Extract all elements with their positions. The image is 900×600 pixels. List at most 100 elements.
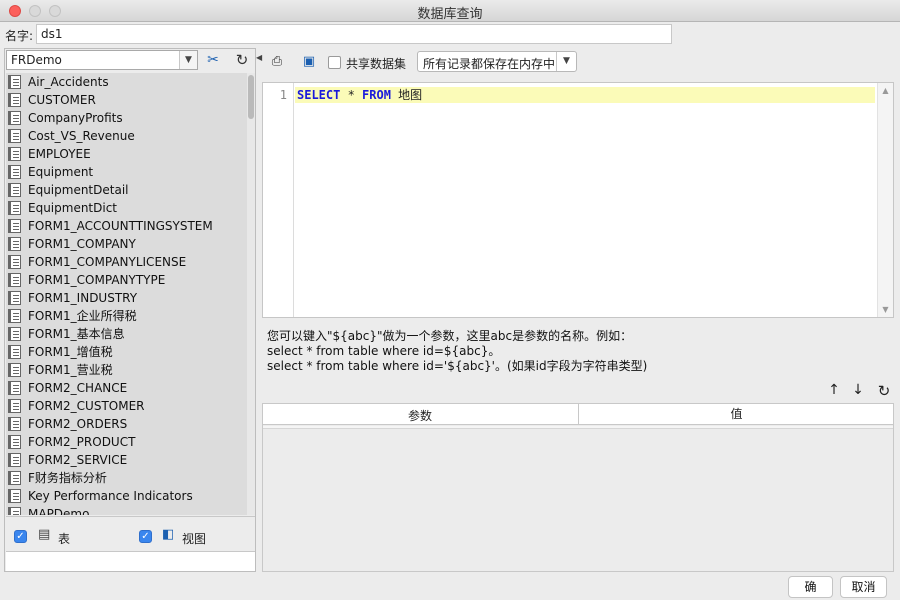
column-header-parameter[interactable]: 参数 xyxy=(263,407,577,424)
table-icon xyxy=(8,201,21,215)
table-icon xyxy=(8,165,21,179)
table-icon xyxy=(8,345,21,359)
save-icon[interactable]: ▣ xyxy=(300,53,318,71)
share-dataset-label: 共享数据集 xyxy=(346,57,407,71)
table-name: FORM2_ORDERS xyxy=(28,417,128,431)
query-toolbar: ⎙ ▣ 共享数据集 所有记录都保存在内存中 ▼ xyxy=(262,48,894,76)
tables-checkbox[interactable]: ✓ xyxy=(14,530,27,543)
table-list-item[interactable]: FORM1_COMPANY xyxy=(6,235,255,253)
table-list-item[interactable]: MAPDemo xyxy=(6,505,255,515)
table-name: FORM1_INDUSTRY xyxy=(28,291,138,305)
table-list-item[interactable]: FORM1_COMPANYLICENSE xyxy=(6,253,255,271)
table-list-item[interactable]: FORM1_基本信息 xyxy=(6,325,255,343)
table-name: FORM2_CUSTOMER xyxy=(28,399,145,413)
sql-editor[interactable]: 1 SELECT * FROM 地图 ▲ ▼ xyxy=(262,82,894,318)
table-icon xyxy=(8,75,21,89)
name-label: 名字: xyxy=(5,29,34,43)
memory-mode-select[interactable]: 所有记录都保存在内存中 ▼ xyxy=(417,51,577,72)
column-header-value[interactable]: 值 xyxy=(578,404,894,425)
database-query-dialog: 数据库查询 名字: FRDemo ▼ ✂ ↻ ◀ Air_AccidentsCU… xyxy=(0,0,900,600)
parameter-table: 参数 值 xyxy=(262,403,894,572)
editor-scrollbar[interactable]: ▲ ▼ xyxy=(877,83,893,317)
views-checkbox[interactable]: ✓ xyxy=(139,530,152,543)
table-icon xyxy=(8,129,21,143)
arrow-up-icon[interactable]: ↑ xyxy=(826,382,842,398)
cancel-button[interactable]: 取消 xyxy=(840,576,887,598)
table-icon xyxy=(8,183,21,197)
memory-mode-value: 所有记录都保存在内存中 xyxy=(423,57,556,71)
table-list-item[interactable]: FORM1_企业所得税 xyxy=(6,307,255,325)
share-dataset-checkbox[interactable] xyxy=(328,56,341,69)
title-bar[interactable]: 数据库查询 xyxy=(0,0,900,22)
line-number: 1 xyxy=(279,88,287,102)
datasource-select[interactable]: FRDemo ▼ xyxy=(6,50,198,70)
arrow-down-icon[interactable]: ↓ xyxy=(850,382,866,398)
table-icon xyxy=(8,417,21,431)
table-list-item[interactable]: FORM1_ACCOUNTTINGSYSTEM xyxy=(6,217,255,235)
table-name: FORM1_营业税 xyxy=(28,363,113,377)
table-list-item[interactable]: Key Performance Indicators xyxy=(6,487,255,505)
table-search-input[interactable] xyxy=(6,551,255,571)
sql-code-line[interactable]: SELECT * FROM 地图 xyxy=(295,87,875,103)
table-icon xyxy=(8,363,21,377)
scroll-down-icon[interactable]: ▼ xyxy=(878,305,893,314)
refresh-params-icon[interactable]: ↻ xyxy=(876,382,892,400)
table-browser-panel: FRDemo ▼ ✂ ↻ ◀ Air_Accidents CUSTOMER Comp… xyxy=(4,48,262,572)
table-list-item[interactable]: CompanyProfits xyxy=(6,109,255,127)
table-name: FORM1_COMPANYTYPE xyxy=(28,273,166,287)
table-list-item[interactable]: FORM2_SERVICE xyxy=(6,451,255,469)
table-list-item[interactable]: F财务指标分析 xyxy=(6,469,255,487)
table-name: EMPLOYEE xyxy=(28,147,91,161)
table-icon xyxy=(8,489,21,503)
refresh-icon[interactable]: ↻ xyxy=(231,50,253,70)
parameter-hint-line: select * from table where id='${abc}'。(如… xyxy=(267,359,648,373)
table-list-item[interactable]: FORM2_CHANCE xyxy=(6,379,255,397)
table-list-item[interactable]: Air_Accidents xyxy=(6,73,255,91)
table-name: F财务指标分析 xyxy=(28,471,107,485)
table-name: FORM2_CHANCE xyxy=(28,381,128,395)
name-input[interactable] xyxy=(36,24,672,44)
table-icon xyxy=(8,507,21,515)
table-icon xyxy=(8,399,21,413)
preview-icon[interactable]: ⎙ xyxy=(268,53,286,71)
sql-star: * xyxy=(340,88,363,102)
table-list-item[interactable]: EMPLOYEE xyxy=(6,145,255,163)
table-list-item[interactable]: EquipmentDetail xyxy=(6,181,255,199)
parameter-table-header: 参数 值 xyxy=(263,404,893,425)
table-list-item[interactable]: Cost_VS_Revenue xyxy=(6,127,255,145)
table-icon xyxy=(8,273,21,287)
connection-settings-icon[interactable]: ✂ xyxy=(202,50,224,70)
chevron-down-icon[interactable]: ▼ xyxy=(556,52,576,71)
table-icon xyxy=(8,111,21,125)
table-name: EquipmentDetail xyxy=(28,183,129,197)
table-list-item[interactable]: FORM2_ORDERS xyxy=(6,415,255,433)
table-list-item[interactable]: FORM1_INDUSTRY xyxy=(6,289,255,307)
table-list-item[interactable]: FORM1_营业税 xyxy=(6,361,255,379)
table-icon xyxy=(8,93,21,107)
table-list-item[interactable]: FORM1_增值税 xyxy=(6,343,255,361)
table-name: CompanyProfits xyxy=(28,111,123,125)
table-list-item[interactable]: CUSTOMER xyxy=(6,91,255,109)
table-name: FORM1_COMPANYLICENSE xyxy=(28,255,187,269)
table-list-item[interactable]: FORM2_PRODUCT xyxy=(6,433,255,451)
table-icon xyxy=(8,327,21,341)
ok-button[interactable]: 确定 xyxy=(788,576,833,598)
table-icon xyxy=(8,381,21,395)
table-list-item[interactable]: FORM1_COMPANYTYPE xyxy=(6,271,255,289)
table-icon xyxy=(8,237,21,251)
table-list-scrollbar[interactable] xyxy=(247,73,255,515)
table-name: MAPDemo xyxy=(28,507,90,515)
table-icon xyxy=(8,309,21,323)
sql-table-name: 地图 xyxy=(390,88,423,102)
table-name: FORM2_PRODUCT xyxy=(28,435,136,449)
table-list-item[interactable]: EquipmentDict xyxy=(6,199,255,217)
parameter-table-body xyxy=(263,426,893,429)
chevron-down-icon[interactable]: ▼ xyxy=(179,51,197,69)
scroll-up-icon[interactable]: ▲ xyxy=(878,86,893,95)
table-list-item[interactable]: Equipment xyxy=(6,163,255,181)
scrollbar-thumb[interactable] xyxy=(248,75,254,119)
table-name: FORM1_基本信息 xyxy=(28,327,125,341)
sql-keyword-from: FROM xyxy=(362,88,391,102)
table-list-item[interactable]: FORM2_CUSTOMER xyxy=(6,397,255,415)
table-list: Air_Accidents CUSTOMER CompanyProfits Cost_… xyxy=(6,73,255,515)
